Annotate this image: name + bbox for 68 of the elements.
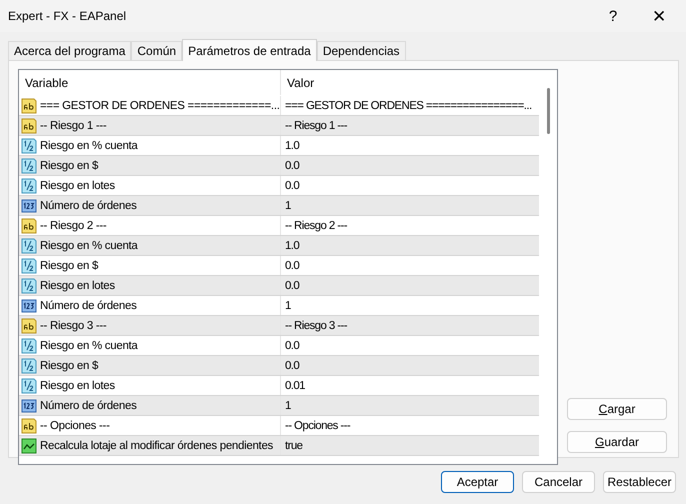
- table-cell[interactable]: 1: [281, 296, 539, 315]
- load-button[interactable]: Cargar: [567, 398, 667, 420]
- accept-button[interactable]: Aceptar: [441, 471, 514, 493]
- fraction-type-icon: [21, 158, 37, 174]
- number-type-icon: [21, 398, 37, 414]
- table-cell[interactable]: 0.0: [281, 156, 539, 175]
- variable-name: Recalcula lotaje al modificar órdenes pendientes: [40, 440, 273, 452]
- fraction-type-icon: [21, 338, 37, 354]
- variable-name: Riesgo en $: [40, 160, 98, 172]
- text-type-icon: [21, 218, 37, 234]
- fraction-type-icon: [21, 278, 37, 294]
- tab[interactable]: Parámetros de entrada: [182, 39, 317, 61]
- close-button[interactable]: ✕: [636, 0, 682, 32]
- column-header[interactable]: Variable: [19, 70, 281, 95]
- reset-button[interactable]: Restablecer: [603, 471, 676, 493]
- fraction-type-icon: [21, 378, 37, 394]
- fraction-type-icon: [21, 178, 37, 194]
- fraction-type-icon: [21, 358, 37, 374]
- tab[interactable]: Acerca del programa: [8, 41, 132, 60]
- text-type-icon: [21, 318, 37, 334]
- text-type-icon: [21, 418, 37, 434]
- table-cell[interactable]: -- Riesgo 3 ---: [281, 316, 539, 335]
- tab[interactable]: Común: [131, 41, 182, 60]
- variable-name: Riesgo en $: [40, 360, 98, 372]
- table-cell[interactable]: 1: [281, 396, 539, 415]
- variable-name: -- Riesgo 2 ---: [40, 220, 106, 232]
- save-button[interactable]: Guardar: [567, 431, 667, 453]
- cancel-button[interactable]: Cancelar: [522, 471, 595, 493]
- table-cell[interactable]: -- Opciones ---: [281, 416, 539, 435]
- variable-name: === GESTOR DE ORDENES =============...: [40, 100, 280, 112]
- fraction-type-icon: [21, 138, 37, 154]
- number-type-icon: [21, 198, 37, 214]
- variable-name: Riesgo en lotes: [40, 180, 115, 192]
- number-type-icon: [21, 298, 37, 314]
- variable-name: Riesgo en % cuenta: [40, 140, 138, 152]
- table-cell[interactable]: 0.01: [281, 376, 539, 395]
- variable-name: Riesgo en $: [40, 260, 98, 272]
- text-type-icon: [21, 118, 37, 134]
- table-cell[interactable]: 0.0: [281, 176, 539, 195]
- table-cell[interactable]: 0.0: [281, 356, 539, 375]
- column-header[interactable]: Valor: [281, 70, 539, 95]
- table-cell[interactable]: 0.0: [281, 256, 539, 275]
- table-cell[interactable]: 0.0: [281, 276, 539, 295]
- window-title: Expert - FX - EAPanel: [8, 9, 128, 23]
- help-button[interactable]: ?: [590, 0, 636, 32]
- variable-name: Riesgo en lotes: [40, 280, 115, 292]
- variable-name: Número de órdenes: [40, 400, 137, 412]
- table-cell[interactable]: -- Riesgo 2 ---: [281, 216, 539, 235]
- variable-name: Riesgo en % cuenta: [40, 240, 138, 252]
- variable-name: Número de órdenes: [40, 300, 137, 312]
- table-cell[interactable]: 1.0: [281, 136, 539, 155]
- variable-name: -- Opciones ---: [40, 420, 110, 432]
- variable-name: -- Riesgo 3 ---: [40, 320, 106, 332]
- table-cell[interactable]: true: [281, 436, 539, 455]
- table-cell[interactable]: 0.0: [281, 336, 539, 355]
- table-cell[interactable]: -- Riesgo 1 ---: [281, 116, 539, 135]
- variable-name: -- Riesgo 1 ---: [40, 120, 106, 132]
- table-cell[interactable]: 1.0: [281, 236, 539, 255]
- fraction-type-icon: [21, 258, 37, 274]
- text-type-icon: [21, 98, 37, 114]
- variable-name: Riesgo en % cuenta: [40, 340, 138, 352]
- table-cell[interactable]: 1: [281, 196, 539, 215]
- variable-name: Número de órdenes: [40, 200, 137, 212]
- fraction-type-icon: [21, 238, 37, 254]
- tab[interactable]: Dependencias: [316, 41, 406, 60]
- chart-type-icon: [21, 438, 37, 454]
- variable-name: Riesgo en lotes: [40, 380, 115, 392]
- table-cell[interactable]: === GESTOR DE ORDENES ================...: [281, 96, 539, 115]
